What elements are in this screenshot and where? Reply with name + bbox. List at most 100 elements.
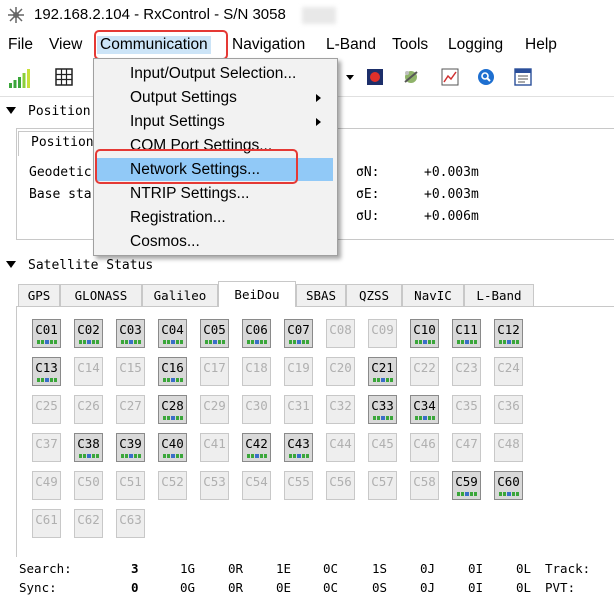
- satellite-c60[interactable]: C60: [494, 471, 523, 500]
- satellite-c26[interactable]: C26: [74, 395, 103, 424]
- tab-beidou[interactable]: BeiDou: [218, 281, 296, 307]
- satellite-c50[interactable]: C50: [74, 471, 103, 500]
- satellite-c47[interactable]: C47: [452, 433, 481, 462]
- menu-navigation[interactable]: Navigation: [232, 36, 305, 54]
- satellite-c58[interactable]: C58: [410, 471, 439, 500]
- chart-icon[interactable]: [441, 68, 459, 86]
- menu-item-input-output-selection[interactable]: Input/Output Selection...: [96, 62, 333, 85]
- menu-help[interactable]: Help: [525, 36, 557, 54]
- search-icon[interactable]: [477, 68, 495, 86]
- satellite-c21[interactable]: C21: [368, 357, 397, 386]
- satellite-c06[interactable]: C06: [242, 319, 271, 348]
- satellite-c41[interactable]: C41: [200, 433, 229, 462]
- satellite-c05[interactable]: C05: [200, 319, 229, 348]
- satellite-c07[interactable]: C07: [284, 319, 313, 348]
- satellite-c22[interactable]: C22: [410, 357, 439, 386]
- tab-navic[interactable]: NavIC: [402, 284, 464, 306]
- satellite-c51[interactable]: C51: [116, 471, 145, 500]
- satellite-c28[interactable]: C28: [158, 395, 187, 424]
- satellite-c24[interactable]: C24: [494, 357, 523, 386]
- menu-logging[interactable]: Logging: [448, 36, 503, 54]
- collapse-triangle-icon[interactable]: [6, 107, 16, 114]
- satellite-c13[interactable]: C13: [32, 357, 61, 386]
- satellite-c57[interactable]: C57: [368, 471, 397, 500]
- satellite-c33[interactable]: C33: [368, 395, 397, 424]
- satellite-c11[interactable]: C11: [452, 319, 481, 348]
- satellite-c54[interactable]: C54: [242, 471, 271, 500]
- signal-strength-icon[interactable]: [9, 68, 31, 88]
- search-label: Search:: [19, 561, 72, 576]
- tab-sbas[interactable]: SBAS: [296, 284, 346, 306]
- satellite-c17[interactable]: C17: [200, 357, 229, 386]
- satellite-c56[interactable]: C56: [326, 471, 355, 500]
- satellite-c48[interactable]: C48: [494, 433, 523, 462]
- satellite-c08[interactable]: C08: [326, 319, 355, 348]
- satellite-c42[interactable]: C42: [242, 433, 271, 462]
- satellite-c09[interactable]: C09: [368, 319, 397, 348]
- tab-glonass[interactable]: GLONASS: [60, 284, 142, 306]
- menu-tools[interactable]: Tools: [392, 36, 428, 54]
- menu-view[interactable]: View: [49, 36, 82, 54]
- satellite-c38[interactable]: C38: [74, 433, 103, 462]
- tab-galileo[interactable]: Galileo: [142, 284, 218, 306]
- tab-gps[interactable]: GPS: [18, 284, 60, 306]
- satellite-c55[interactable]: C55: [284, 471, 313, 500]
- satellite-status-section-header[interactable]: Satellite Status: [0, 258, 614, 276]
- satellite-c53[interactable]: C53: [200, 471, 229, 500]
- satellite-c01[interactable]: C01: [32, 319, 61, 348]
- grid-icon[interactable]: [55, 68, 73, 86]
- satellite-id-label: C10: [413, 322, 436, 337]
- satellite-c02[interactable]: C02: [74, 319, 103, 348]
- tab-l-band[interactable]: L-Band: [464, 284, 534, 306]
- satellite-c45[interactable]: C45: [368, 433, 397, 462]
- satellite-c32[interactable]: C32: [326, 395, 355, 424]
- satellite-c44[interactable]: C44: [326, 433, 355, 462]
- menu-item-cosmos[interactable]: Cosmos...: [96, 230, 333, 253]
- satellite-c43[interactable]: C43: [284, 433, 313, 462]
- satellite-c12[interactable]: C12: [494, 319, 523, 348]
- tab-qzss[interactable]: QZSS: [346, 284, 402, 306]
- satellite-c15[interactable]: C15: [116, 357, 145, 386]
- menu-item-output-settings[interactable]: Output Settings: [96, 86, 333, 109]
- satellite-c30[interactable]: C30: [242, 395, 271, 424]
- dropdown-arrow-icon[interactable]: [346, 75, 354, 80]
- menu-file[interactable]: File: [8, 36, 33, 54]
- satellite-c14[interactable]: C14: [74, 357, 103, 386]
- satellite-id-label: C17: [203, 360, 226, 375]
- satellite-c34[interactable]: C34: [410, 395, 439, 424]
- satellite-c10[interactable]: C10: [410, 319, 439, 348]
- satellite-c59[interactable]: C59: [452, 471, 481, 500]
- satellite-c04[interactable]: C04: [158, 319, 187, 348]
- satellite-c23[interactable]: C23: [452, 357, 481, 386]
- satellite-c63[interactable]: C63: [116, 509, 145, 538]
- signal-bars-icon: [79, 340, 100, 344]
- satellite-c16[interactable]: C16: [158, 357, 187, 386]
- menu-l-band[interactable]: L-Band: [326, 36, 376, 54]
- satellite-icon[interactable]: [402, 68, 420, 86]
- satellite-c46[interactable]: C46: [410, 433, 439, 462]
- satellite-c03[interactable]: C03: [116, 319, 145, 348]
- satellite-c19[interactable]: C19: [284, 357, 313, 386]
- satellite-c52[interactable]: C52: [158, 471, 187, 500]
- menu-item-input-settings[interactable]: Input Settings: [96, 110, 333, 133]
- satellite-c39[interactable]: C39: [116, 433, 145, 462]
- satellite-c31[interactable]: C31: [284, 395, 313, 424]
- tab-position[interactable]: Position: [18, 131, 100, 156]
- satellite-c29[interactable]: C29: [200, 395, 229, 424]
- record-icon[interactable]: [366, 68, 384, 86]
- satellite-c61[interactable]: C61: [32, 509, 61, 538]
- menu-item-ntrip-settings[interactable]: NTRIP Settings...: [96, 182, 333, 205]
- satellite-c27[interactable]: C27: [116, 395, 145, 424]
- satellite-c37[interactable]: C37: [32, 433, 61, 462]
- satellite-c62[interactable]: C62: [74, 509, 103, 538]
- satellite-c35[interactable]: C35: [452, 395, 481, 424]
- satellite-c36[interactable]: C36: [494, 395, 523, 424]
- satellite-c49[interactable]: C49: [32, 471, 61, 500]
- list-window-icon[interactable]: [514, 68, 532, 86]
- collapse-triangle-icon[interactable]: [6, 261, 16, 268]
- menu-item-registration[interactable]: Registration...: [96, 206, 333, 229]
- satellite-c40[interactable]: C40: [158, 433, 187, 462]
- satellite-c18[interactable]: C18: [242, 357, 271, 386]
- satellite-c25[interactable]: C25: [32, 395, 61, 424]
- satellite-c20[interactable]: C20: [326, 357, 355, 386]
